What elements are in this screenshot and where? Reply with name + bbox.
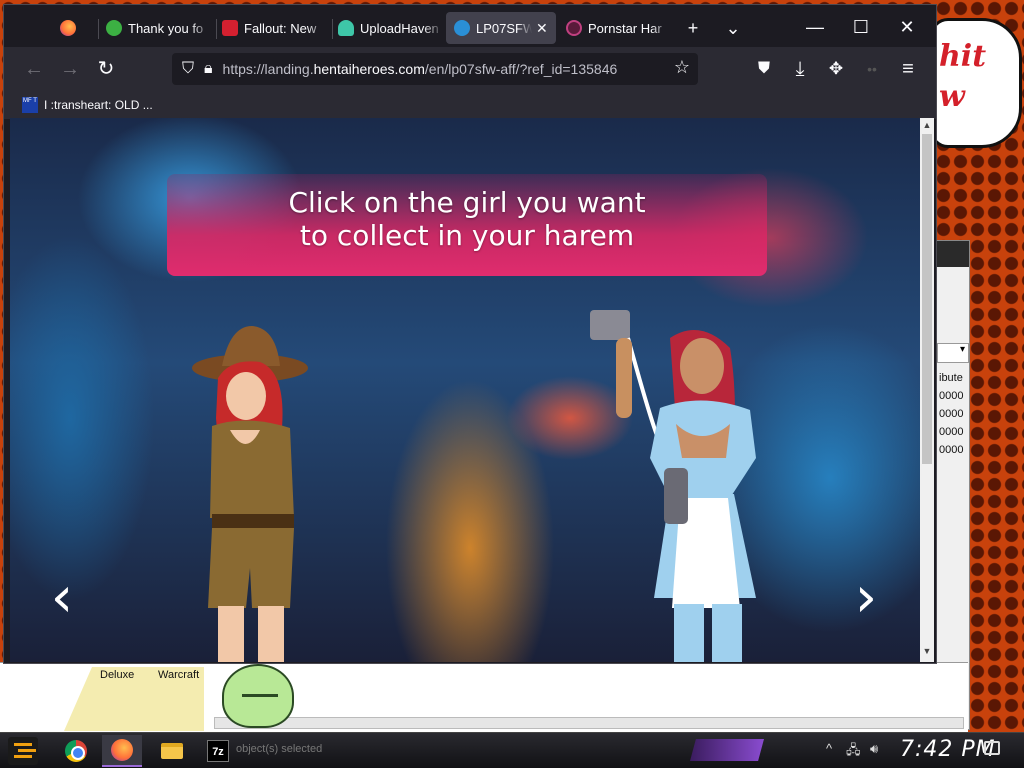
background-window: ▾ ibute 0000 0000 0000 0000 (936, 240, 970, 730)
tab-label: Fallout: New (244, 20, 317, 36)
tab-thank-you[interactable]: Thank you fo (106, 12, 216, 44)
explorer-status-text: object(s) selected (236, 743, 323, 755)
address-bar[interactable]: ⛉ 🔒︎ https://landing.hentaiheroes.com/en… (172, 53, 698, 85)
bubble-text-1: hit (939, 39, 987, 74)
bookmark-star-icon[interactable]: ☆ (674, 57, 690, 78)
close-window-button[interactable]: ✕ (884, 11, 930, 43)
extensions-icon[interactable]: ✥ (822, 55, 850, 83)
bookmark-favicon-icon: MF T (22, 97, 38, 113)
tab-label: LP07SFW (476, 20, 532, 36)
tab-label: Thank you fo (128, 20, 204, 36)
red-site-icon (222, 20, 238, 36)
background-cell: 0000 (939, 444, 964, 456)
purple-site-icon (566, 20, 582, 36)
firefox-icon (111, 739, 133, 761)
explorer-horizontal-scrollbar[interactable] (214, 717, 964, 729)
tab-lp07sfw[interactable]: LP07SFW ✕ (446, 12, 556, 44)
navigation-toolbar: ← → ↻ ⛉ 🔒︎ https://landing.hentaiheroes.… (4, 47, 936, 91)
tab-firefox[interactable] (60, 12, 90, 44)
cloud-icon (338, 20, 354, 36)
scrollbar-thumb[interactable] (922, 134, 932, 464)
scroll-down-icon[interactable]: ▼ (920, 646, 934, 660)
explorer-item-label[interactable]: Warcraft (158, 669, 199, 681)
tab-label: UploadHaven (360, 20, 439, 36)
firefox-icon (60, 20, 76, 36)
network-icon[interactable]: 🖧︎ (846, 741, 861, 763)
tab-close-icon[interactable]: ✕ (536, 20, 548, 37)
bookmarks-toolbar: MF T I :transheart: OLD ... (4, 91, 936, 119)
start-button[interactable] (8, 737, 38, 765)
bubble-text-2: w (939, 79, 965, 114)
background-column-header: ibute (939, 372, 963, 384)
7zip-icon: 7z (207, 740, 229, 762)
background-window-header (937, 241, 969, 267)
taskbar-chrome[interactable] (56, 735, 96, 767)
list-tabs-chevron-icon[interactable]: ⌄ (718, 13, 748, 43)
desktop-speech-bubble: hit w (930, 18, 1022, 148)
green-site-icon (106, 20, 122, 36)
character-sticker (222, 664, 294, 728)
reload-icon[interactable]: ↻ (92, 55, 120, 83)
tray-chevron-icon[interactable]: ^ (826, 741, 832, 756)
lock-icon[interactable]: 🔒︎ (204, 60, 213, 78)
tab-uploadhaven[interactable]: UploadHaven (338, 12, 444, 44)
taskbar-decoration (690, 739, 764, 761)
shield-icon[interactable]: ⛉ (182, 60, 194, 78)
new-tab-button[interactable]: + (678, 13, 708, 43)
notification-icon[interactable] (984, 741, 1000, 755)
chrome-icon (65, 740, 87, 762)
next-arrow-button[interactable]: › (846, 568, 886, 628)
page-vertical-scrollbar[interactable]: ▲ ▼ (920, 118, 934, 662)
background-cell: 0000 (939, 426, 964, 438)
background-window-dropdown[interactable]: ▾ (937, 343, 969, 363)
taskbar-7zip[interactable]: 7z (198, 735, 238, 767)
girl-explorer-character[interactable] (190, 318, 320, 662)
background-cell: 0000 (939, 390, 964, 402)
page-content: Click on the girl you want to collect in… (10, 118, 920, 662)
url-text[interactable]: https://landing.hentaiheroes.com/en/lp07… (223, 61, 663, 77)
tab-strip: Thank you fo Fallout: New UploadHaven LP… (4, 5, 936, 47)
forward-arrow-icon[interactable]: → (56, 55, 84, 83)
overflow-icon[interactable]: •• (858, 55, 886, 83)
tab-label: Pornstar Har (588, 20, 662, 36)
download-icon[interactable]: ⤓ (786, 55, 814, 83)
menu-icon[interactable]: ≡ (894, 55, 922, 83)
pocket-icon[interactable]: ⛊ (750, 55, 778, 83)
globe-icon (454, 20, 470, 36)
background-explorer: Deluxe Warcraft (0, 662, 968, 732)
scroll-up-icon[interactable]: ▲ (920, 120, 934, 134)
maximize-button[interactable]: ☐ (838, 11, 884, 43)
minimize-button[interactable]: — (792, 11, 838, 43)
folder-icon (161, 743, 183, 759)
bookmark-item[interactable]: I :transheart: OLD ... (44, 98, 153, 112)
taskbar-file-explorer[interactable] (152, 735, 192, 767)
taskbar-clock[interactable]: 7:42 PM (900, 737, 996, 762)
explorer-item-label[interactable]: Deluxe (100, 669, 134, 681)
banner-line-1: Click on the girl you want (288, 186, 646, 219)
volume-icon[interactable]: 🔊︎ (870, 741, 878, 757)
previous-arrow-button[interactable]: ‹ (42, 568, 82, 628)
tab-pornstar[interactable]: Pornstar Har (566, 12, 676, 44)
girl-maid-character[interactable] (580, 298, 760, 662)
instruction-banner: Click on the girl you want to collect in… (167, 174, 767, 276)
back-arrow-icon[interactable]: ← (20, 55, 48, 83)
background-cell: 0000 (939, 408, 964, 420)
banner-line-2: to collect in your harem (299, 219, 635, 252)
tab-fallout[interactable]: Fallout: New (222, 12, 332, 44)
firefox-window: Thank you fo Fallout: New UploadHaven LP… (3, 4, 937, 664)
taskbar: 7z object(s) selected ^ 🖧︎ 🔊︎ 7:42 PM (0, 732, 1024, 768)
taskbar-firefox[interactable] (102, 735, 142, 767)
